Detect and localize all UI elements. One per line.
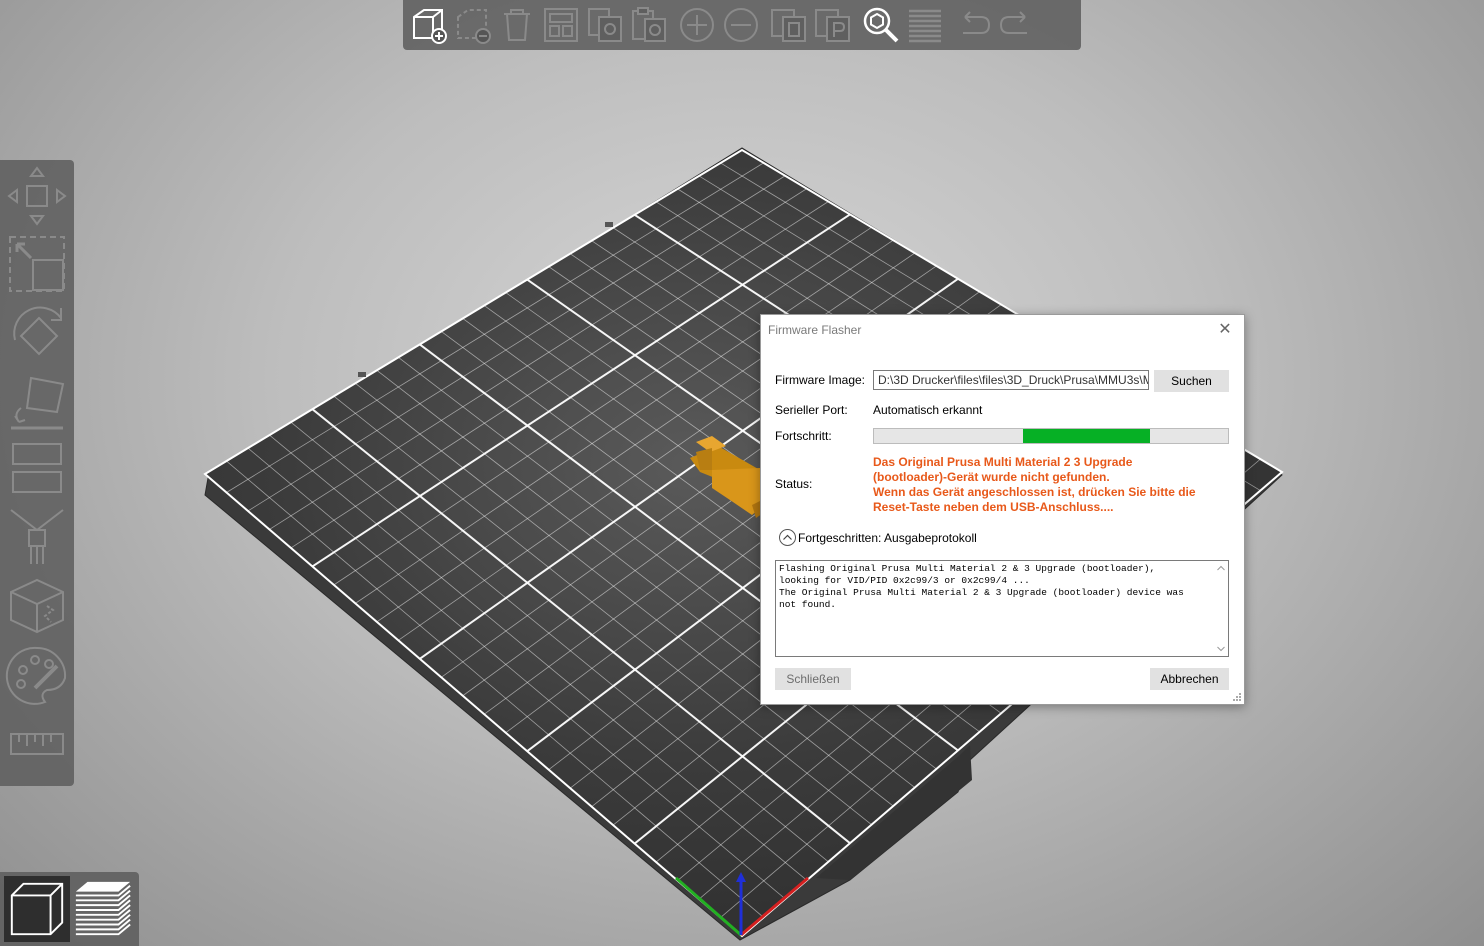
- dialog-title: Firmware Flasher: [768, 323, 862, 337]
- search-icon: [863, 7, 899, 43]
- log-line: The Original Prusa Multi Material 2 & 3 …: [779, 587, 1184, 598]
- split-to-objects-icon: [771, 9, 806, 42]
- cut-button[interactable]: [4, 436, 70, 500]
- undo-icon: [963, 11, 991, 34]
- delete-icon: [457, 9, 491, 44]
- progress-label: Fortschritt:: [775, 429, 832, 443]
- firmware-flasher-dialog: Firmware Flasher ✕ Firmware Image: D:\3D…: [760, 314, 1245, 705]
- serial-port-value: Automatisch erkannt: [873, 403, 983, 417]
- bed-scene: [203, 147, 1284, 941]
- add-button[interactable]: [407, 2, 451, 48]
- output-log[interactable]: Flashing Original Prusa Multi Material 2…: [775, 560, 1229, 657]
- chevron-up-icon: [779, 529, 796, 546]
- serial-port-label: Serieller Port:: [775, 403, 848, 417]
- mmu-painting-button[interactable]: [4, 644, 70, 708]
- measure-button[interactable]: [4, 712, 70, 776]
- delete-all-button[interactable]: [495, 2, 539, 48]
- split-to-objects-button[interactable]: [767, 2, 811, 48]
- copy-button[interactable]: [583, 2, 627, 48]
- place-on-face-button[interactable]: [4, 368, 70, 432]
- firmware-image-label: Firmware Image:: [775, 373, 866, 387]
- view-toolbar: [0, 872, 139, 946]
- preview-icon: [75, 881, 131, 936]
- top-toolbar: [403, 0, 1081, 50]
- cancel-button[interactable]: Abbrechen: [1150, 668, 1229, 690]
- arrange-button[interactable]: [539, 2, 583, 48]
- browse-button[interactable]: Suchen: [1154, 370, 1229, 392]
- log-line: Flashing Original Prusa Multi Material 2…: [779, 563, 1156, 574]
- status-line: Reset-Taste neben dem USB-Anschluss....: [873, 500, 1114, 514]
- arrange-icon: [544, 8, 578, 42]
- remove-instance-icon: [724, 8, 758, 42]
- delete-all-icon: [504, 9, 530, 41]
- scale-icon: [9, 236, 65, 292]
- progress-bar-fill: [1022, 429, 1151, 443]
- status-line: Wenn das Gerät angeschlossen ist, drücke…: [873, 485, 1196, 499]
- mmu-painting-icon: [5, 646, 67, 705]
- left-toolbar: [0, 160, 74, 786]
- scale-button[interactable]: [4, 232, 70, 296]
- advanced-label: Fortgeschritten: Ausgabeprotokoll: [798, 530, 977, 545]
- remove-instance-button[interactable]: [719, 2, 763, 48]
- copy-icon: [588, 8, 622, 42]
- status-label: Status:: [775, 477, 813, 491]
- firmware-image-field[interactable]: D:\3D Drucker\files\files\3D_Druck\Prusa…: [873, 370, 1149, 390]
- support-painting-icon: [10, 509, 64, 564]
- redo-icon: [999, 11, 1027, 34]
- status-line: (bootloader)-Gerät wurde nicht gefunden.: [873, 470, 1110, 484]
- cut-icon: [12, 443, 62, 493]
- resize-grip-icon[interactable]: [1232, 692, 1242, 702]
- move-button[interactable]: [4, 164, 70, 228]
- close-icon[interactable]: ✕: [1214, 319, 1236, 341]
- search-button[interactable]: [859, 2, 903, 48]
- move-icon: [7, 166, 67, 226]
- seam-painting-icon: [10, 578, 64, 634]
- redo-button[interactable]: [995, 2, 1039, 48]
- layers-editing-button[interactable]: [903, 2, 947, 48]
- add-icon: [413, 9, 447, 44]
- close-button[interactable]: Schließen: [775, 668, 851, 690]
- advanced-toggle[interactable]: Fortgeschritten: Ausgabeprotokoll: [779, 529, 977, 546]
- mmu-segmentation-button[interactable]: [4, 574, 70, 638]
- status-message: Das Original Prusa Multi Material 2 3 Up…: [873, 455, 1213, 515]
- log-scrollbar[interactable]: [1215, 562, 1227, 655]
- log-line: looking for VID/PID 0x2c99/3 or 0x2c99/4…: [779, 575, 1030, 586]
- support-painting-button[interactable]: [4, 504, 70, 568]
- 3d-viewport[interactable]: [0, 0, 1484, 946]
- status-line: Das Original Prusa Multi Material 2 3 Up…: [873, 455, 1133, 469]
- log-line: not found.: [779, 599, 837, 610]
- add-instance-button[interactable]: [675, 2, 719, 48]
- progress-bar: [873, 428, 1229, 444]
- split-to-parts-button[interactable]: [811, 2, 855, 48]
- measure-icon: [10, 733, 64, 755]
- add-instance-icon: [680, 8, 714, 42]
- undo-button[interactable]: [951, 2, 995, 48]
- paste-button[interactable]: [627, 2, 671, 48]
- paste-icon: [632, 7, 666, 42]
- split-to-parts-icon: [815, 9, 850, 42]
- place-on-face-icon: [11, 376, 65, 430]
- rotate-icon: [13, 306, 62, 356]
- 3d-view-button[interactable]: [4, 876, 70, 942]
- 3d-view-icon: [10, 882, 64, 936]
- layers-editing-icon: [909, 9, 941, 43]
- preview-button[interactable]: [70, 876, 136, 942]
- delete-button[interactable]: [451, 2, 495, 48]
- rotate-button[interactable]: [4, 300, 70, 364]
